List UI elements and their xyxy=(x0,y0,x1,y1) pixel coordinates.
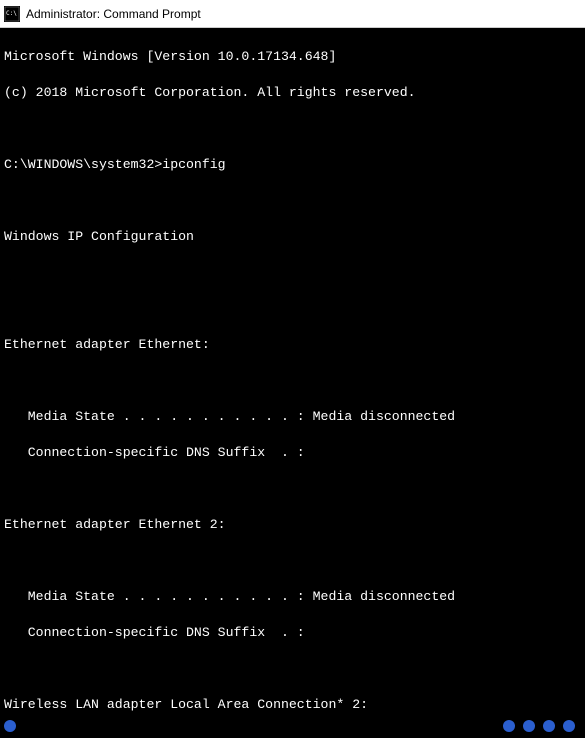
prompt-line: C:\WINDOWS\system32>ipconfig xyxy=(4,156,581,174)
decoration-dot xyxy=(503,720,515,732)
blank-line xyxy=(4,732,581,738)
os-version-line: Microsoft Windows [Version 10.0.17134.64… xyxy=(4,48,581,66)
blank-line xyxy=(4,552,581,570)
command-text: ipconfig xyxy=(162,157,225,172)
decoration-dot xyxy=(523,720,535,732)
section-header: Windows IP Configuration xyxy=(4,228,581,246)
blank-line xyxy=(4,192,581,210)
adapter-detail: Connection-specific DNS Suffix . : xyxy=(4,444,581,462)
blank-line xyxy=(4,372,581,390)
decoration-dot xyxy=(543,720,555,732)
adapter-header: Ethernet adapter Ethernet 2: xyxy=(4,516,581,534)
decoration-dot xyxy=(4,720,16,732)
adapter-detail: Media State . . . . . . . . . . . : Medi… xyxy=(4,408,581,426)
adapter-header: Wireless LAN adapter Local Area Connecti… xyxy=(4,696,581,714)
adapter-detail: Connection-specific DNS Suffix . : xyxy=(4,624,581,642)
terminal-output[interactable]: Microsoft Windows [Version 10.0.17134.64… xyxy=(0,28,585,738)
blank-line xyxy=(4,264,581,282)
blank-line xyxy=(4,480,581,498)
copyright-line: (c) 2018 Microsoft Corporation. All righ… xyxy=(4,84,581,102)
svg-text:C:\: C:\ xyxy=(6,10,17,17)
blank-line xyxy=(4,660,581,678)
prompt-path: C:\WINDOWS\system32> xyxy=(4,157,162,172)
cmd-icon: C:\ xyxy=(4,6,20,22)
blank-line xyxy=(4,300,581,318)
decoration-dot xyxy=(563,720,575,732)
window-title: Administrator: Command Prompt xyxy=(26,7,201,21)
adapter-detail: Media State . . . . . . . . . . . : Medi… xyxy=(4,588,581,606)
adapter-header: Ethernet adapter Ethernet: xyxy=(4,336,581,354)
title-bar[interactable]: C:\ Administrator: Command Prompt xyxy=(0,0,585,28)
decoration-dots xyxy=(503,720,575,732)
blank-line xyxy=(4,120,581,138)
